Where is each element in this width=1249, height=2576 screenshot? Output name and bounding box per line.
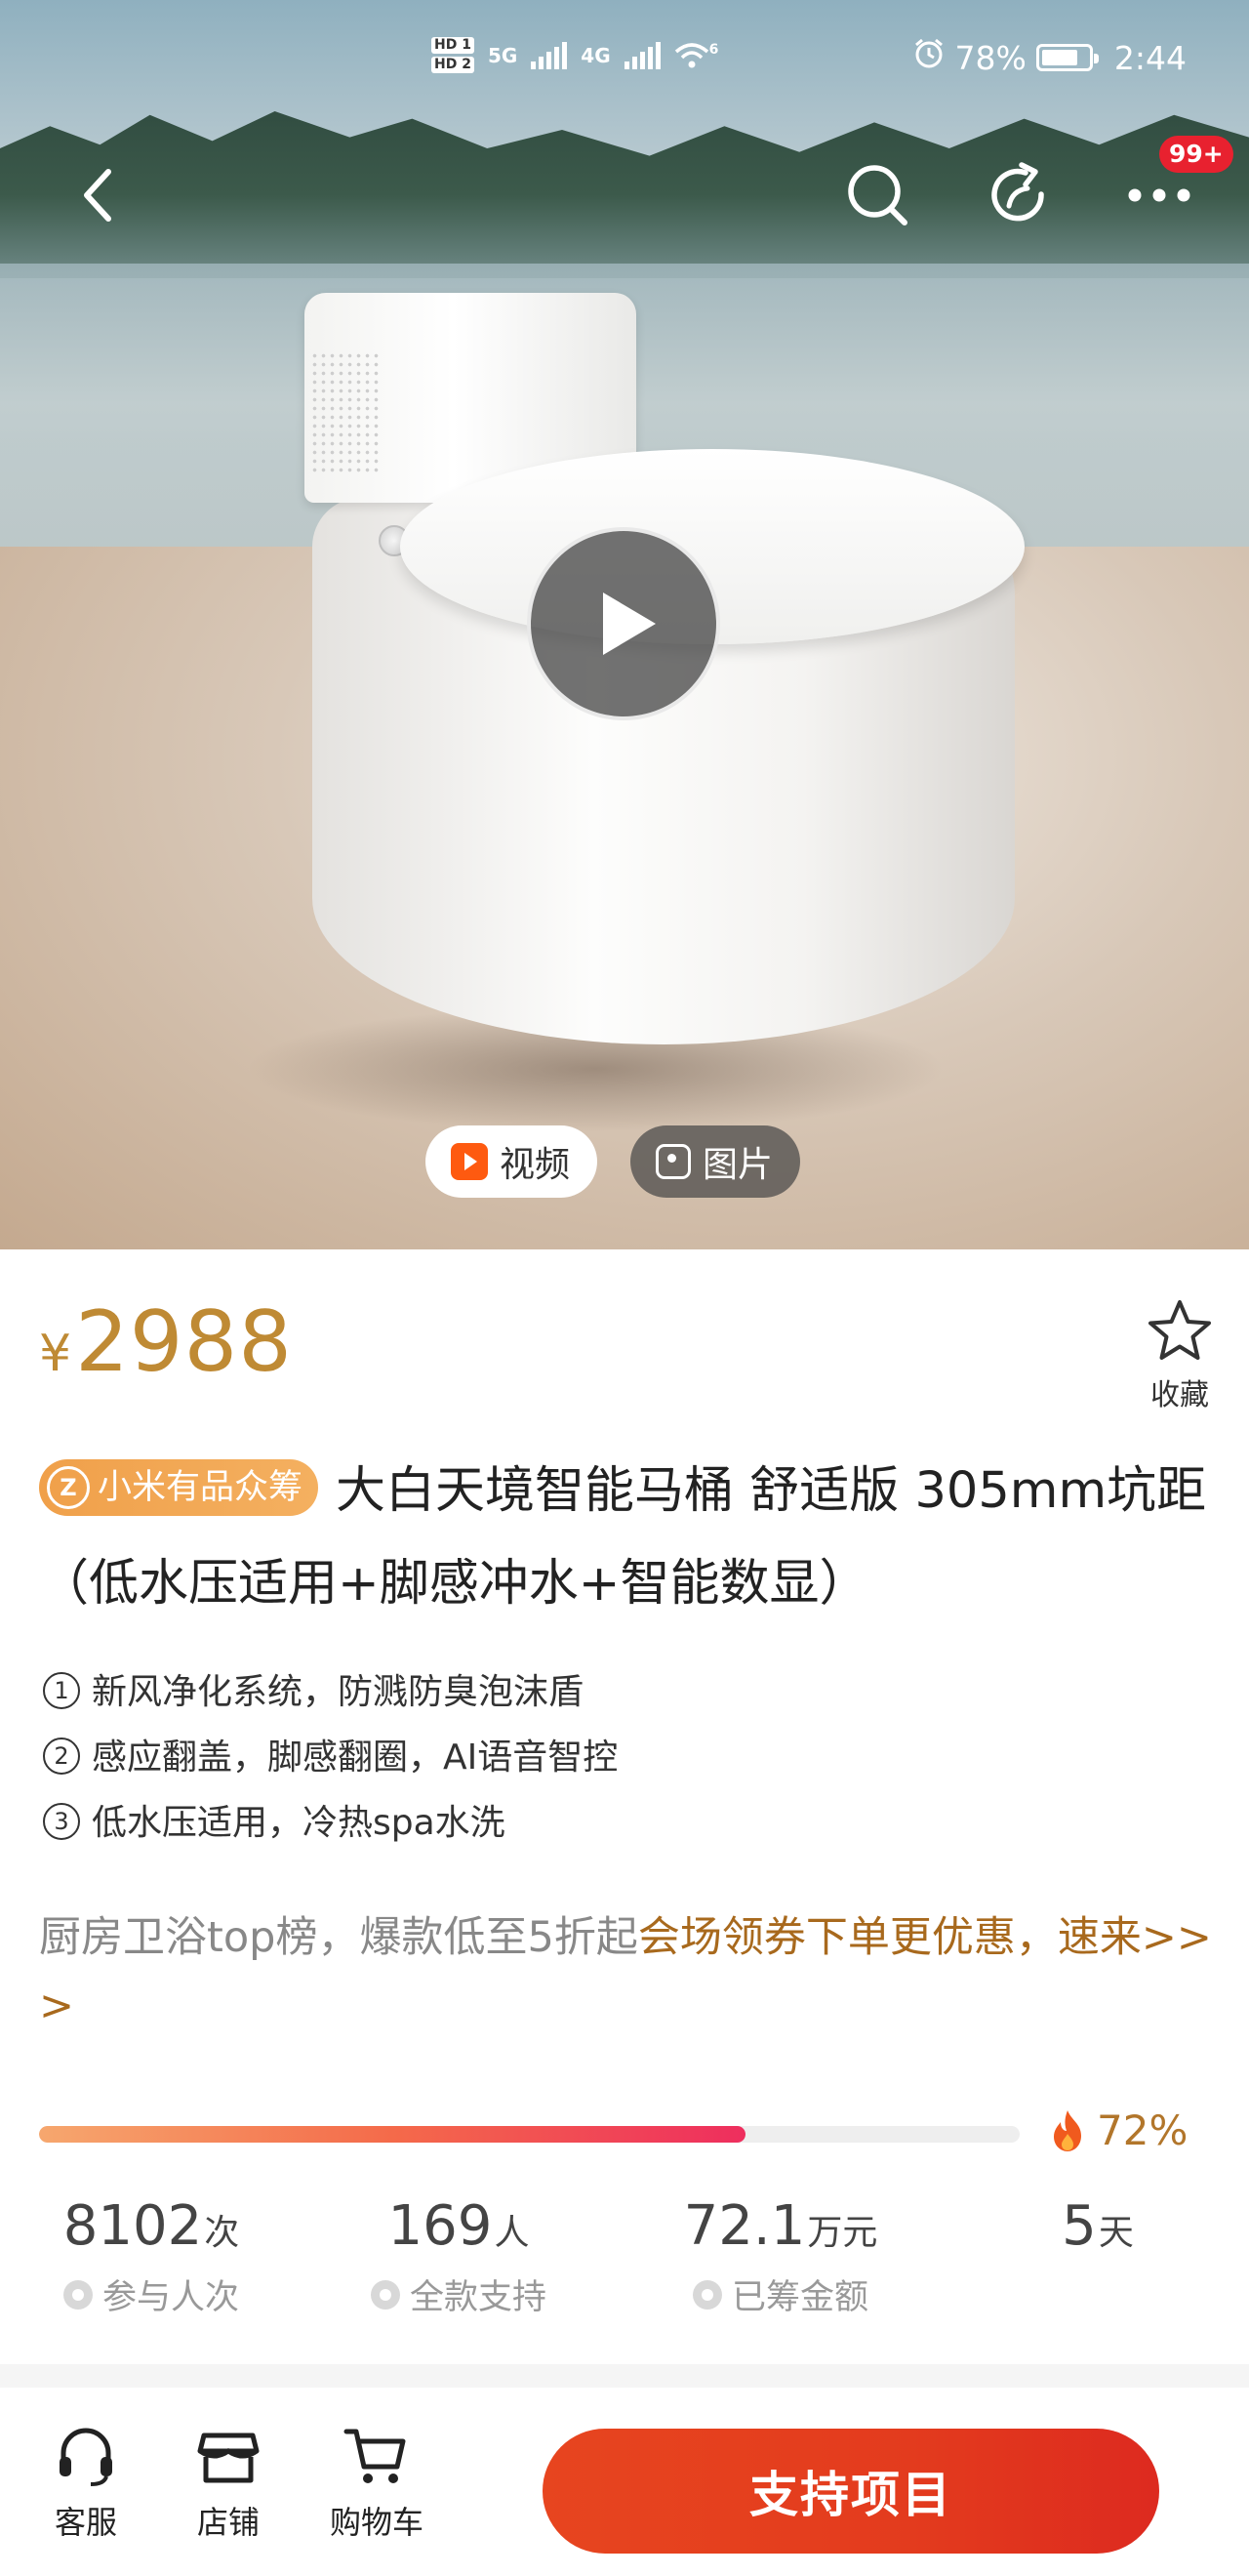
price-value: 2988 — [75, 1293, 293, 1391]
promo-link[interactable]: 厨房卫浴top榜，爆款低至5折起会场领券下单更优惠，速来>> > — [39, 1903, 1220, 2040]
circled-number: 2 — [43, 1738, 80, 1775]
list-item: 2 感应翻盖，脚感翻圈，AI语音智控 — [43, 1725, 618, 1790]
section-divider — [0, 2364, 1249, 2388]
status-bar: HD 1 HD 2 5G 4G 6 78% 2:44 — [0, 37, 1249, 78]
price: ¥ 2988 — [39, 1293, 293, 1391]
fire-icon — [1054, 2109, 1081, 2151]
search-icon — [848, 165, 907, 225]
signal-icon — [624, 41, 661, 69]
clock: 2:44 — [1113, 38, 1187, 77]
currency-symbol: ¥ — [39, 1325, 72, 1383]
search-button[interactable] — [839, 156, 917, 234]
back-button[interactable] — [60, 156, 139, 234]
product-media-gallery[interactable]: HD 1 HD 2 5G 4G 6 78% 2:44 99+ 视频 图片 — [0, 0, 1249, 1249]
play-video-button[interactable] — [527, 527, 720, 720]
more-icon — [1128, 188, 1190, 202]
share-icon — [991, 162, 1044, 222]
favorite-label: 收藏 — [1150, 1378, 1209, 1412]
crowdfunding-tag-label: 小米有品众筹 — [98, 1468, 303, 1507]
cart-label: 购物车 — [329, 2504, 423, 2541]
photo-icon — [656, 1144, 692, 1179]
cart-icon — [343, 2429, 406, 2483]
battery-icon — [1035, 44, 1099, 71]
promo-text: 厨房卫浴top榜，爆款低至5折起 — [39, 1913, 638, 1962]
favorite-button[interactable]: 收藏 — [1142, 1298, 1218, 1413]
tab-photo-label: 图片 — [703, 1145, 774, 1185]
funding-percent: 72% — [1097, 2106, 1189, 2154]
hd1-indicator: HD 1 — [431, 37, 474, 54]
list-item: 3 低水压适用，冷热spa水洗 — [43, 1790, 618, 1856]
play-icon — [603, 593, 656, 655]
stat-participants: 8102次 参与人次 — [62, 2194, 240, 2317]
stat-days-left: 5天 — [1062, 2194, 1134, 2258]
wifi-icon: 6 — [674, 41, 719, 69]
cart-button[interactable]: 购物车 — [318, 2422, 435, 2543]
network-5g-label: 5G — [487, 43, 518, 67]
store-button[interactable]: 店铺 — [170, 2422, 287, 2543]
network-4g-label: 4G — [581, 43, 611, 67]
youpin-logo-icon: Z — [47, 1466, 90, 1509]
stat-amount-raised: 72.1万元 已筹金额 — [683, 2194, 878, 2317]
list-item: 1 新风净化系统，防溅防臭泡沫盾 — [43, 1659, 618, 1725]
support-project-button[interactable]: 支持项目 — [543, 2429, 1159, 2554]
store-icon — [197, 2433, 260, 2483]
tab-video[interactable]: 视频 — [425, 1125, 598, 1198]
customer-service-label: 客服 — [54, 2504, 117, 2541]
wifi-version-label: 6 — [708, 41, 719, 58]
share-button[interactable] — [980, 156, 1058, 234]
circled-number: 3 — [43, 1803, 80, 1840]
back-icon — [84, 169, 111, 222]
signal-icon — [531, 41, 568, 69]
hd2-indicator: HD 2 — [431, 57, 474, 73]
circled-number: 1 — [43, 1672, 80, 1709]
battery-percent: 78% — [954, 38, 1027, 77]
product-title-block: Z 小米有品众筹 大白天境智能马桶 舒适版 305mm坑距（低水压适用+脚感冲水… — [39, 1445, 1210, 1630]
store-label: 店铺 — [196, 2504, 260, 2541]
alarm-icon — [912, 37, 946, 78]
funding-progress-fill — [39, 2126, 745, 2143]
feature-list: 1 新风净化系统，防溅防臭泡沫盾 2 感应翻盖，脚感翻圈，AI语音智控 3 低水压适用… — [43, 1659, 618, 1856]
funding-progress: 72% — [1048, 2106, 1188, 2154]
tab-video-label: 视频 — [500, 1145, 571, 1185]
customer-service-button[interactable]: 客服 — [27, 2422, 144, 2543]
stat-full-support: 169人 全款支持 — [342, 2194, 576, 2319]
star-icon — [1148, 1300, 1211, 1360]
video-icon — [451, 1143, 488, 1180]
yen-icon — [692, 2279, 722, 2310]
notification-badge: 99+ — [1159, 136, 1233, 173]
crowdfunding-tag: Z 小米有品众筹 — [39, 1459, 319, 1516]
headset-icon — [60, 2428, 112, 2486]
funding-progress-bar — [39, 2126, 1020, 2143]
participants-icon — [62, 2279, 93, 2310]
user-icon — [370, 2279, 400, 2310]
tab-photo[interactable]: 图片 — [630, 1125, 801, 1198]
bottom-action-bar: 客服 店铺 购物车 支持项目 — [0, 2388, 1249, 2576]
media-tabs: 视频 图片 — [425, 1125, 801, 1198]
